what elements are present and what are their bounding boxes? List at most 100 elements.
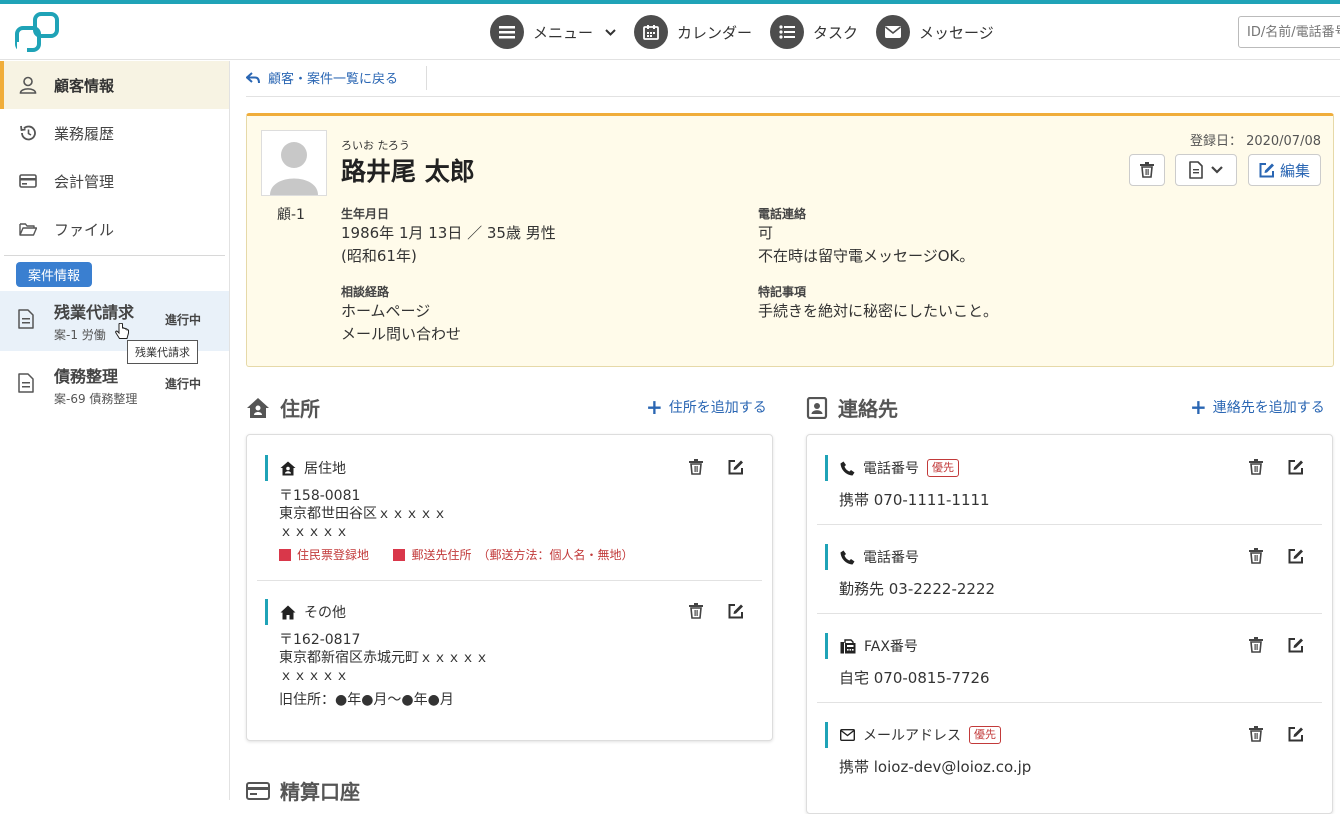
address-card: 居住地 〒158-0081 東京都世田谷区ｘｘｘｘｘ ｘｘｘｘｘ 住民票登録地 … (246, 434, 773, 741)
route-label: 相談経路 (341, 285, 390, 299)
customer-name: 路井尾 太郎 (341, 157, 475, 186)
envelope-icon (876, 15, 911, 49)
app-logo[interactable] (14, 10, 62, 56)
history-icon (18, 123, 38, 143)
folder-icon (18, 219, 38, 239)
main-nav: メニュー カレンダー タスク メッセージ (490, 14, 1012, 50)
nav-menu-label: メニュー (533, 23, 594, 42)
note-line: 手続きを絶対に秘密にしたいこと。 (758, 302, 999, 320)
address-entry-header: その他 (265, 599, 346, 625)
address-body: 〒158-0081 東京都世田谷区ｘｘｘｘｘ ｘｘｘｘｘ 住民票登録地 郵送先住… (279, 487, 634, 566)
avatar (261, 130, 327, 196)
edit-icon[interactable] (1287, 636, 1305, 654)
chevron-down-icon (605, 25, 616, 39)
edit-icon[interactable] (1287, 458, 1305, 476)
address-type: その他 (304, 605, 346, 621)
sidebar-item-history[interactable]: 業務履歴 (0, 109, 229, 157)
route-line: ホームページ (341, 302, 431, 320)
document-icon (1189, 161, 1203, 179)
birth-value: 1986年 1月 13日 ／ 35歳 男性 (昭和61年) (341, 222, 556, 268)
contact-entry-header: メールアドレス 優先 (825, 722, 1001, 748)
customer-profile-card: 顧-1 ろいお たろう 路井尾 太郎 登録日： 2020/07/08 編集 生年… (246, 113, 1334, 367)
edit-icon[interactable] (727, 602, 745, 620)
trash-icon[interactable] (1247, 458, 1265, 476)
add-contact-link[interactable]: + 連絡先を追加する (1190, 397, 1325, 417)
hand-cursor-icon (114, 322, 130, 347)
phone-contact-value: 可 不在時は留守電メッセージOK。 (758, 222, 974, 268)
trash-icon[interactable] (1247, 636, 1265, 654)
contact-card: 電話番号 優先 携帯 070-1111-1111 電話番号 勤務先 03-222… (806, 434, 1333, 814)
trash-icon[interactable] (687, 602, 705, 620)
edit-icon[interactable] (1287, 547, 1305, 565)
toolbar-divider (426, 66, 427, 90)
edit-customer-button[interactable]: 編集 (1248, 154, 1321, 186)
trash-icon[interactable] (1247, 725, 1265, 743)
nav-message[interactable]: メッセージ (876, 15, 994, 49)
address-tags: 住民票登録地 郵送先住所 （郵送方法：個人名・無地） (279, 546, 634, 566)
edit-icon (1259, 162, 1275, 178)
sidebar-item-customer-info[interactable]: 顧客情報 (0, 61, 229, 109)
add-address-link[interactable]: + 住所を追加する (646, 397, 767, 417)
house-icon (280, 461, 296, 476)
section-title-text: 連絡先 (838, 397, 898, 421)
credit-card-icon (246, 781, 270, 800)
section-title-text: 住所 (280, 397, 320, 421)
nav-menu[interactable]: メニュー (490, 15, 616, 49)
entry-divider (817, 702, 1322, 703)
trash-icon[interactable] (687, 458, 705, 476)
nav-calendar[interactable]: カレンダー (634, 15, 752, 49)
credit-card-icon (18, 171, 38, 191)
sidebar-item-accounting[interactable]: 会計管理 (0, 157, 229, 205)
nav-message-label: メッセージ (919, 23, 994, 42)
birth-era: (昭和61年) (341, 247, 417, 265)
nav-task-label: タスク (813, 23, 859, 42)
sidebar-item-label: 業務履歴 (54, 124, 115, 143)
contact-value: 携帯 loioz-dev@loioz.co.jp (839, 758, 1032, 776)
birth-label: 生年月日 (341, 207, 390, 221)
address-section-title: 住所 (246, 393, 320, 422)
document-dropdown-button[interactable] (1175, 154, 1237, 186)
nav-calendar-label: カレンダー (677, 23, 753, 42)
mail-icon (840, 729, 855, 741)
case-title: 残業代請求 (54, 303, 135, 322)
sidebar: 顧客情報 業務履歴 会計管理 ファイル 案件情報 残業代請求 案-1 労働 進行… (0, 61, 230, 800)
trash-icon[interactable] (1247, 547, 1265, 565)
fax-icon (840, 638, 856, 654)
address-entry-header: 居住地 (265, 455, 346, 481)
case-tooltip: 残業代請求 (127, 340, 198, 364)
priority-badge: 優先 (927, 459, 959, 477)
edit-icon[interactable] (727, 458, 745, 476)
add-address-label: 住所を追加する (668, 400, 767, 416)
case-item[interactable]: 債務整理 案-69 債務整理 進行中 (0, 355, 229, 415)
postal-code: 〒162-0817 (279, 632, 361, 648)
sidebar-item-files[interactable]: ファイル (0, 205, 229, 253)
person-icon (18, 75, 38, 95)
sidebar-divider (4, 255, 225, 256)
note-label: 特記事項 (758, 285, 807, 299)
contact-value: 勤務先 03-2222-2222 (839, 580, 996, 598)
contact-entry: FAX番号 自宅 070-0815-7726 (817, 633, 1322, 693)
address-entry: その他 〒162-0817 東京都新宿区赤城元町ｘｘｘｘｘ ｘｘｘｘｘ 旧住所：… (257, 599, 762, 719)
note-value: 手続きを絶対に秘密にしたいこと。 (758, 300, 998, 323)
entry-divider (817, 613, 1322, 614)
search-input[interactable] (1238, 16, 1340, 48)
back-to-list-link[interactable]: 顧客・案件一覧に戻る (246, 68, 398, 87)
contact-entry: 電話番号 勤務先 03-2222-2222 (817, 544, 1322, 604)
address-line: ｘｘｘｘｘ (279, 668, 349, 684)
back-arrow-icon (246, 71, 260, 84)
phone-icon (840, 550, 855, 565)
edit-icon[interactable] (1287, 725, 1305, 743)
delete-customer-button[interactable] (1129, 154, 1165, 186)
route-line: メール問い合わせ (341, 325, 462, 343)
phone-icon (840, 461, 855, 476)
nav-task[interactable]: タスク (770, 15, 858, 49)
case-subtitle: 案-69 債務整理 (54, 392, 138, 406)
menu-icon (490, 15, 524, 49)
former-address-note: 旧住所：●年●月～●年●月 (279, 692, 454, 708)
address-line: 東京都世田谷区ｘｘｘｘｘ (279, 506, 447, 522)
sidebar-item-label: 顧客情報 (54, 76, 115, 95)
contact-type: 電話番号 (863, 461, 919, 477)
add-contact-label: 連絡先を追加する (1212, 400, 1325, 416)
contact-section-title: 連絡先 (806, 393, 898, 422)
plus-icon: + (1190, 395, 1207, 419)
